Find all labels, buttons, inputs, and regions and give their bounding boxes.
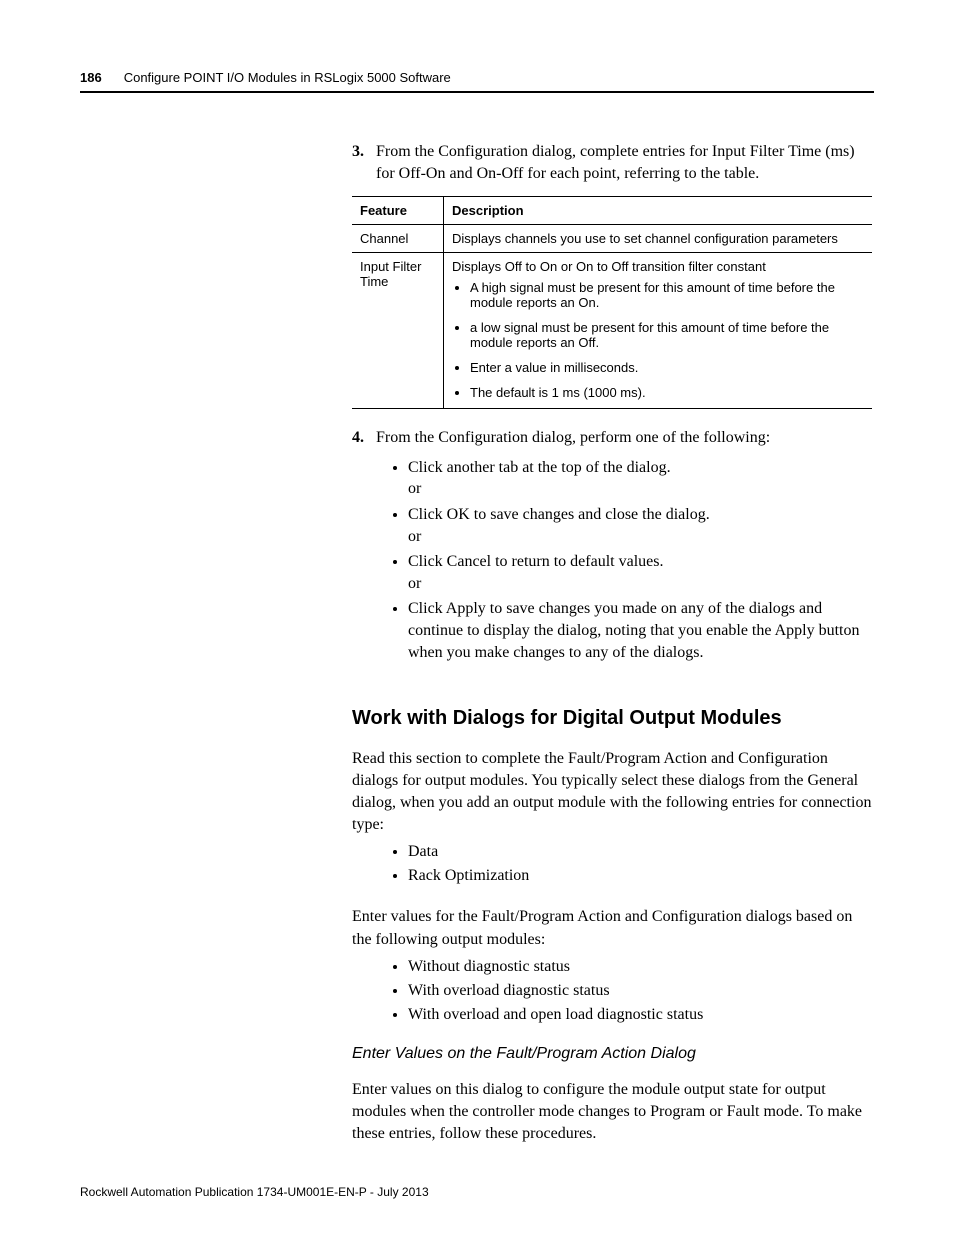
list-item: Click Apply to save changes you made on … xyxy=(408,598,874,663)
output-modules-list: Without diagnostic status With overload … xyxy=(352,955,874,1027)
list-item: Rack Optimization xyxy=(408,864,874,888)
list-item: The default is 1 ms (1000 ms). xyxy=(470,385,864,400)
cell-desc-filter: Displays Off to On or On to Off transiti… xyxy=(444,253,873,409)
list-item: Without diagnostic status xyxy=(408,955,874,979)
section-heading: Work with Dialogs for Digital Output Mod… xyxy=(352,707,874,730)
or-text: or xyxy=(408,526,874,548)
page-number: 186 xyxy=(80,70,102,85)
option-text: Click Cancel to return to default values… xyxy=(408,553,663,570)
step-3-text: From the Configuration dialog, complete … xyxy=(376,141,866,184)
or-text: or xyxy=(408,478,874,500)
connection-type-list: Data Rack Optimization xyxy=(352,840,874,888)
table-row: Channel Displays channels you use to set… xyxy=(352,225,872,253)
list-item: Click another tab at the top of the dial… xyxy=(408,457,874,500)
filter-desc-list: A high signal must be present for this a… xyxy=(452,280,864,400)
subsection-para: Enter values on this dialog to configure… xyxy=(352,1079,874,1145)
output-modules-para: Enter values for the Fault/Program Actio… xyxy=(352,906,874,950)
main-content: 3. From the Configuration dialog, comple… xyxy=(352,141,874,1145)
or-text: or xyxy=(408,573,874,595)
option-text: Click another tab at the top of the dial… xyxy=(408,459,671,476)
step-3-number: 3. xyxy=(352,141,372,163)
chapter-title: Configure POINT I/O Modules in RSLogix 5… xyxy=(124,70,451,85)
list-item: Click Cancel to return to default values… xyxy=(408,551,874,594)
list-item: A high signal must be present for this a… xyxy=(470,280,864,310)
list-item: Data xyxy=(408,840,874,864)
option-text: Click Apply to save changes you made on … xyxy=(408,600,859,660)
th-feature: Feature xyxy=(352,197,444,225)
filter-desc-intro: Displays Off to On or On to Off transiti… xyxy=(452,259,766,274)
step-3: 3. From the Configuration dialog, comple… xyxy=(352,141,874,184)
subsection-heading: Enter Values on the Fault/Program Action… xyxy=(352,1045,874,1063)
cell-feature-channel: Channel xyxy=(352,225,444,253)
section-intro-para: Read this section to complete the Fault/… xyxy=(352,748,874,836)
option-text: Click OK to save changes and close the d… xyxy=(408,506,710,523)
table-row: Input Filter Time Displays Off to On or … xyxy=(352,253,872,409)
table-header-row: Feature Description xyxy=(352,197,872,225)
list-item: a low signal must be present for this am… xyxy=(470,320,864,350)
step-4-options: Click another tab at the top of the dial… xyxy=(352,457,874,663)
list-item: With overload diagnostic status xyxy=(408,979,874,1003)
step-4-number: 4. xyxy=(352,427,372,449)
th-description: Description xyxy=(444,197,873,225)
step-4: 4. From the Configuration dialog, perfor… xyxy=(352,427,874,449)
feature-table: Feature Description Channel Displays cha… xyxy=(352,196,872,409)
cell-feature-filter: Input Filter Time xyxy=(352,253,444,409)
step-4-text: From the Configuration dialog, perform o… xyxy=(376,427,866,449)
list-item: Click OK to save changes and close the d… xyxy=(408,504,874,547)
page: 186 Configure POINT I/O Modules in RSLog… xyxy=(0,0,954,1235)
header-rule xyxy=(80,91,874,93)
page-footer: Rockwell Automation Publication 1734-UM0… xyxy=(80,1185,429,1199)
running-header: 186 Configure POINT I/O Modules in RSLog… xyxy=(80,70,874,91)
list-item: Enter a value in milliseconds. xyxy=(470,360,864,375)
cell-desc-channel: Displays channels you use to set channel… xyxy=(444,225,873,253)
list-item: With overload and open load diagnostic s… xyxy=(408,1003,874,1027)
